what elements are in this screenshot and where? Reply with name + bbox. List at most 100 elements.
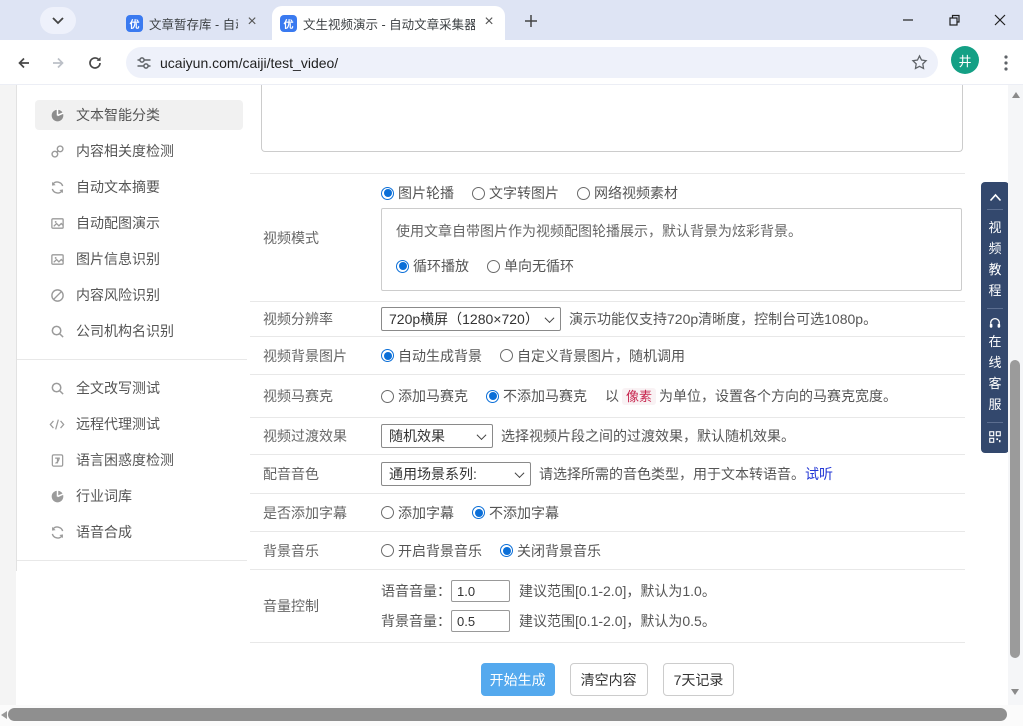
- site-controls-icon[interactable]: [136, 55, 152, 71]
- scroll-left-arrow[interactable]: [1, 711, 7, 719]
- loop-radio-group: 循环播放 单向无循环: [396, 256, 947, 276]
- close-tab-icon[interactable]: ×: [244, 15, 260, 31]
- radio-option-no-mosaic[interactable]: 不添加马赛克: [486, 386, 587, 406]
- sidebar-item-auto-summary[interactable]: 自动文本摘要: [17, 169, 247, 205]
- qr-code-icon: [988, 430, 1002, 444]
- qr-code-button[interactable]: [981, 430, 1009, 444]
- ban-icon: [49, 287, 65, 303]
- radio-option-add-subtitle[interactable]: 添加字幕: [381, 503, 454, 523]
- radio-option-custom-background[interactable]: 自定义背景图片，随机调用: [500, 346, 685, 366]
- horizontal-scrollbar-thumb[interactable]: [8, 708, 1007, 721]
- speech-volume-label: 语音音量：: [381, 581, 451, 601]
- radio-icon[interactable]: [577, 187, 590, 200]
- speech-volume-input[interactable]: [451, 580, 510, 602]
- sidebar-item-label: 语音合成: [76, 522, 132, 542]
- sidebar-item-label: 文本智能分类: [76, 105, 160, 125]
- radio-option-music-on[interactable]: 开启背景音乐: [381, 541, 482, 561]
- radio-option-web-video-material[interactable]: 网络视频素材: [577, 183, 678, 203]
- vertical-scrollbar-thumb[interactable]: [1010, 360, 1020, 658]
- restore-button[interactable]: [931, 0, 977, 40]
- radio-icon[interactable]: [381, 544, 394, 557]
- radio-selected-icon[interactable]: [486, 390, 499, 403]
- radio-icon[interactable]: [487, 260, 500, 273]
- radio-option-music-off[interactable]: 关闭背景音乐: [500, 541, 601, 561]
- bgm-volume-input[interactable]: [451, 610, 510, 632]
- sidebar-item-content-relevance[interactable]: 内容相关度检测: [17, 133, 247, 169]
- radio-icon[interactable]: [381, 506, 394, 519]
- row-video-resolution: 视频分辨率 720p横屏（1280×720） 演示功能仅支持720p清晰度，控制…: [250, 302, 965, 337]
- reload-button[interactable]: [80, 48, 110, 78]
- horizontal-scrollbar[interactable]: [0, 705, 1023, 726]
- back-button[interactable]: [8, 48, 38, 78]
- radio-option-auto-background[interactable]: 自动生成背景: [381, 346, 482, 366]
- radio-option-one-way-no-loop[interactable]: 单向无循环: [487, 256, 574, 276]
- resolution-select[interactable]: 720p横屏（1280×720）: [381, 307, 561, 331]
- radio-option-add-mosaic[interactable]: 添加马赛克: [381, 386, 468, 406]
- article-textarea[interactable]: [261, 85, 963, 152]
- field-label: 音量控制: [250, 596, 381, 616]
- voice-select[interactable]: 通用场景系列:: [381, 462, 531, 486]
- radio-selected-icon[interactable]: [381, 349, 394, 362]
- radio-selected-icon[interactable]: [472, 506, 485, 519]
- radio-selected-icon[interactable]: [500, 544, 513, 557]
- close-window-button[interactable]: [977, 0, 1023, 40]
- minimize-button[interactable]: [885, 0, 931, 40]
- radio-selected-icon[interactable]: [381, 187, 394, 200]
- profile-avatar[interactable]: 井: [951, 46, 979, 74]
- headset-icon[interactable]: [981, 316, 1009, 329]
- radio-option-text-to-image[interactable]: 文字转图片: [472, 183, 559, 203]
- sidebar-item-auto-image-demo[interactable]: 自动配图演示: [17, 205, 247, 241]
- url-text[interactable]: ucaiyun.com/caiji/test_video/: [160, 55, 911, 71]
- select-value: 随机效果: [389, 426, 445, 446]
- chevron-down-icon: [515, 468, 525, 478]
- address-bar[interactable]: ucaiyun.com/caiji/test_video/: [126, 47, 938, 78]
- sidebar-item-content-risk[interactable]: 内容风险识别: [17, 277, 247, 313]
- close-tab-icon[interactable]: ×: [481, 15, 497, 31]
- audition-link[interactable]: 试听: [805, 464, 833, 484]
- new-tab-button[interactable]: [519, 9, 543, 33]
- radio-icon[interactable]: [500, 349, 513, 362]
- sidebar-item-image-info-recognition[interactable]: 图片信息识别: [17, 241, 247, 277]
- sidebar-item-full-rewrite-test[interactable]: 全文改写测试: [17, 370, 247, 406]
- transition-select[interactable]: 随机效果: [381, 424, 493, 448]
- radio-option-no-subtitle[interactable]: 不添加字幕: [472, 503, 559, 523]
- field-label: 视频过渡效果: [250, 426, 381, 446]
- sidebar-item-text-classification[interactable]: 文本智能分类: [17, 97, 247, 133]
- scroll-up-arrow[interactable]: [1012, 92, 1020, 98]
- tab-search-button[interactable]: [40, 7, 76, 34]
- mode-description-box: 使用文章自带图片作为视频配图轮播展示，默认背景为炫彩背景。 循环播放 单向无循环: [381, 208, 962, 291]
- sidebar-item-language-perplexity[interactable]: 语言困惑度检测: [17, 442, 247, 478]
- radio-option-image-carousel[interactable]: 图片轮播: [381, 183, 454, 203]
- sidebar-item-company-name-recognition[interactable]: 公司机构名识别: [17, 313, 247, 349]
- back-to-top-button[interactable]: [981, 193, 1009, 202]
- radio-icon[interactable]: [472, 187, 485, 200]
- radio-label: 网络视频素材: [594, 183, 678, 203]
- sidebar-item-speech-synthesis[interactable]: 语音合成: [17, 514, 247, 550]
- radio-label: 图片轮播: [398, 183, 454, 203]
- radio-option-loop-play[interactable]: 循环播放: [396, 256, 469, 276]
- sidebar-item-industry-lexicon[interactable]: 行业词库: [17, 478, 247, 514]
- scroll-down-arrow[interactable]: [1011, 689, 1019, 695]
- seven-day-records-button[interactable]: 7天记录: [663, 663, 735, 696]
- start-generate-button[interactable]: 开始生成: [481, 663, 555, 696]
- search-icon: [49, 380, 65, 396]
- radio-selected-icon[interactable]: [396, 260, 409, 273]
- field-label: 视频分辨率: [250, 309, 381, 329]
- image-icon: [49, 215, 65, 231]
- online-support-button[interactable]: 在线客服: [988, 331, 1002, 415]
- bookmark-star-button[interactable]: [911, 54, 928, 71]
- tab-text-to-video[interactable]: 优 文生视频演示 - 自动文章采集器 ×: [272, 6, 505, 40]
- close-icon: [994, 14, 1006, 26]
- tab-article-library[interactable]: 优 文章暂存库 - 自动文章采集器-优 ×: [118, 6, 268, 40]
- sidebar-item-remote-proxy-test[interactable]: 远程代理测试: [17, 406, 247, 442]
- site-favicon: 优: [280, 15, 297, 32]
- video-tutorial-button[interactable]: 视频教程: [988, 217, 1002, 301]
- vertical-scrollbar[interactable]: [1008, 85, 1023, 705]
- tab-title: 文生视频演示 - 自动文章采集器: [303, 14, 475, 33]
- radio-icon[interactable]: [381, 390, 394, 403]
- clear-content-button[interactable]: 清空内容: [570, 663, 648, 696]
- forward-button[interactable]: [44, 48, 74, 78]
- browser-menu-button[interactable]: [994, 48, 1018, 78]
- sidebar-item-label: 图片信息识别: [76, 249, 160, 269]
- sidebar-item-label: 语言困惑度检测: [76, 450, 174, 470]
